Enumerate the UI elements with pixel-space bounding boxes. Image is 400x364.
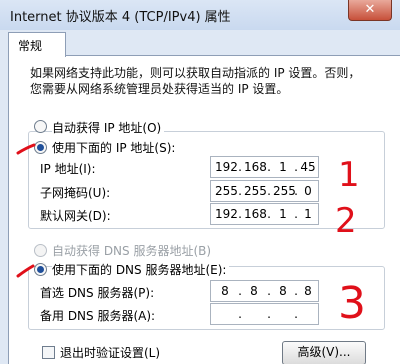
tab-general[interactable]: 常规 xyxy=(8,32,66,57)
window-title: Internet 协议版本 4 (TCP/IPv4) 属性 xyxy=(10,10,231,25)
tab-general-label: 常规 xyxy=(18,39,43,53)
subnet-mask-field[interactable]: 255 . 255 . 255 . 0 xyxy=(210,180,319,202)
ip-address-label: IP 地址(I): xyxy=(40,162,96,176)
manual-ip-label[interactable]: 使用下面的 IP 地址(S): xyxy=(52,139,179,156)
advanced-button[interactable]: 高级(V)... xyxy=(282,341,366,364)
dialog-window: Internet 协议版本 4 (TCP/IPv4) 属性 ✕ 常规 如果网络支… xyxy=(0,0,400,364)
description-line-2: 您需要从网络系统管理员处获得适当的 IP 设置。 xyxy=(30,82,289,96)
subnet-mask-label: 子网掩码(U): xyxy=(40,186,111,200)
validate-on-exit-checkbox[interactable] xyxy=(42,346,55,359)
validate-on-exit-label[interactable]: 退出时验证设置(L) xyxy=(60,344,160,361)
manual-ip-radio[interactable] xyxy=(34,141,47,154)
auto-ip-label[interactable]: 自动获得 IP 地址(O) xyxy=(52,119,165,136)
auto-ip-radio[interactable] xyxy=(34,120,47,133)
alternate-dns-field[interactable]: . . . xyxy=(210,303,319,325)
close-button[interactable]: ✕ xyxy=(348,0,392,21)
preferred-dns-field[interactable]: 8 . 8 . 8 . 8 xyxy=(210,280,319,302)
auto-dns-radio[interactable] xyxy=(34,244,47,257)
auto-dns-label[interactable]: 自动获得 DNS 服务器地址(B) xyxy=(52,242,211,259)
description-line-1: 如果网络支持此功能，则可以获取自动指派的 IP 设置。否则， xyxy=(30,66,361,80)
alternate-dns-label: 备用 DNS 服务器(A): xyxy=(40,309,156,323)
preferred-dns-label: 首选 DNS 服务器(P): xyxy=(40,286,155,300)
ip-address-field[interactable]: 192 . 168 . 1 . 45 xyxy=(210,156,319,178)
default-gateway-field[interactable]: 192 . 168 . 1 . 1 xyxy=(210,203,319,225)
title-bar[interactable]: Internet 协议版本 4 (TCP/IPv4) 属性 ✕ xyxy=(0,0,400,30)
manual-dns-radio[interactable] xyxy=(34,263,47,276)
manual-dns-label[interactable]: 使用下面的 DNS 服务器地址(E): xyxy=(52,261,230,278)
default-gateway-label: 默认网关(D): xyxy=(40,209,111,223)
